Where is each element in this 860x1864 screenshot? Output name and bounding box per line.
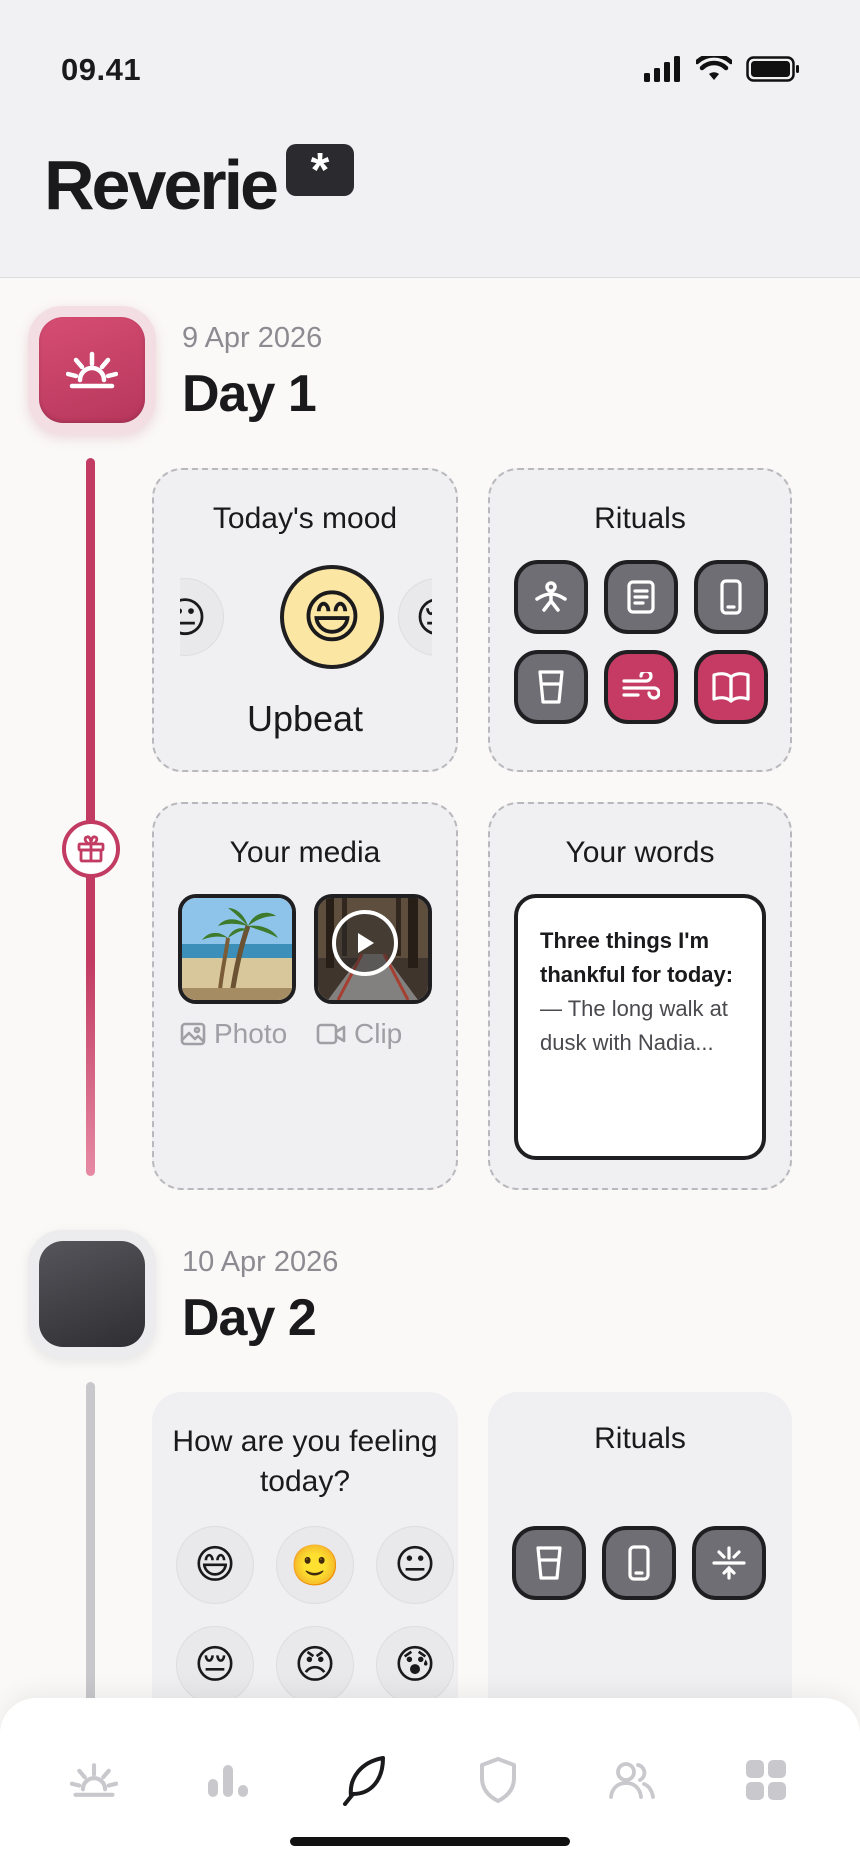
status-time: 09.41 <box>61 52 142 87</box>
sunrise-icon <box>70 1763 118 1797</box>
media-card[interactable]: Your media Photo Clip <box>152 802 458 1190</box>
journal-entry-preview[interactable]: Three things I'm thankful for today: — T… <box>514 894 766 1160</box>
emoji-grinning[interactable]: 😄 <box>176 1526 254 1604</box>
tab-journal[interactable] <box>334 1750 394 1810</box>
emoji-sad[interactable]: 😔 <box>176 1626 254 1704</box>
mood-card-title: Today's mood <box>212 502 398 535</box>
ritual-reading[interactable] <box>694 650 768 724</box>
emoji-grinning-selected[interactable]: 😄 <box>280 565 384 669</box>
ritual-phone[interactable] <box>602 1526 676 1600</box>
journal-entry-heading: Three things I'm thankful for today: <box>540 928 734 987</box>
tab-more[interactable] <box>736 1750 796 1810</box>
sunrise-icon <box>66 351 118 389</box>
emoji-anxious[interactable]: 😰 <box>376 1626 454 1704</box>
photo-label: Photo <box>214 1018 288 1049</box>
cellular-signal-icon <box>644 56 680 82</box>
home-indicator[interactable] <box>290 1837 570 1846</box>
emoji-neutral[interactable]: 😐 <box>180 578 224 656</box>
ritual-water[interactable] <box>512 1526 586 1600</box>
play-button[interactable] <box>332 910 398 976</box>
emoji-angry[interactable]: 😠 <box>276 1626 354 1704</box>
ritual-water[interactable] <box>514 650 588 724</box>
rituals-card-title: Rituals <box>594 502 686 535</box>
mood-card[interactable]: Today's mood 😐 😄 😔 Upbeat <box>152 468 458 772</box>
tab-stats[interactable] <box>198 1750 258 1810</box>
image-icon <box>180 1022 206 1046</box>
day2-date: 10 Apr 2026 <box>182 1246 339 1278</box>
clip-label: Clip <box>354 1018 403 1049</box>
day1-icon[interactable] <box>28 306 156 434</box>
day1-timeline <box>86 458 95 1176</box>
water-glass-icon <box>536 1546 562 1580</box>
day1-title: Day 1 <box>182 365 317 423</box>
gift-marker[interactable] <box>62 820 120 878</box>
photo-thumbnail[interactable] <box>178 894 296 1004</box>
battery-icon <box>746 56 799 82</box>
clip-caption: Clip <box>316 1018 402 1050</box>
day2-timeline <box>86 1382 95 1742</box>
sleep-icon <box>712 1546 746 1580</box>
shield-icon <box>480 1757 516 1803</box>
ritual-phone[interactable] <box>694 560 768 634</box>
tab-privacy[interactable] <box>468 1750 528 1810</box>
rituals-card[interactable]: Rituals <box>488 468 792 772</box>
photo-caption: Photo <box>180 1018 287 1050</box>
emoji-smile[interactable]: 🙂 <box>276 1526 354 1604</box>
phone-icon <box>628 1545 650 1581</box>
leaf-icon <box>343 1756 385 1806</box>
beach-photo-image <box>182 898 292 1000</box>
play-icon <box>358 933 374 953</box>
emoji-sad[interactable]: 😔 <box>398 578 432 656</box>
ritual-stretch[interactable] <box>514 560 588 634</box>
app-header: 09.41 Reverie * <box>0 0 860 278</box>
mood-emoji-strip: 😐 😄 😔 <box>180 562 432 672</box>
tab-people[interactable] <box>602 1750 662 1810</box>
words-card[interactable]: Your words Three things I'm thankful for… <box>488 802 792 1190</box>
app-name: Reverie <box>44 146 279 224</box>
day1-date: 9 Apr 2026 <box>182 322 323 354</box>
people-icon <box>609 1762 655 1799</box>
app-badge: * <box>285 144 354 197</box>
status-icons <box>644 56 800 82</box>
breathing-icon <box>622 672 660 700</box>
water-glass-icon <box>538 670 564 704</box>
journal-entry-body: — The long walk at dusk with Nadia... <box>540 996 728 1055</box>
app-title: Reverie * <box>44 144 354 224</box>
gift-icon <box>77 835 105 863</box>
grid-icon <box>746 1760 786 1800</box>
ritual-breathing[interactable] <box>604 650 678 724</box>
ritual-journal[interactable] <box>604 560 678 634</box>
mood-label: Upbeat <box>246 698 364 739</box>
tab-today[interactable] <box>64 1750 124 1810</box>
day2-title: Day 2 <box>182 1289 317 1347</box>
stretch-icon <box>535 581 567 612</box>
bar-chart-icon <box>208 1765 248 1797</box>
day2-rituals-title: Rituals <box>594 1422 686 1455</box>
ritual-sleep[interactable] <box>692 1526 766 1600</box>
wifi-icon <box>696 56 732 80</box>
media-card-title: Your media <box>229 836 381 869</box>
video-camera-icon <box>316 1023 346 1045</box>
book-icon <box>712 672 750 703</box>
phone-icon <box>720 579 742 615</box>
mood-prompt-title: How are you feeling today? <box>172 1425 438 1498</box>
journal-icon <box>627 580 655 614</box>
words-card-title: Your words <box>565 836 715 869</box>
emoji-neutral[interactable]: 😐 <box>376 1526 454 1604</box>
day2-icon[interactable] <box>28 1230 156 1358</box>
